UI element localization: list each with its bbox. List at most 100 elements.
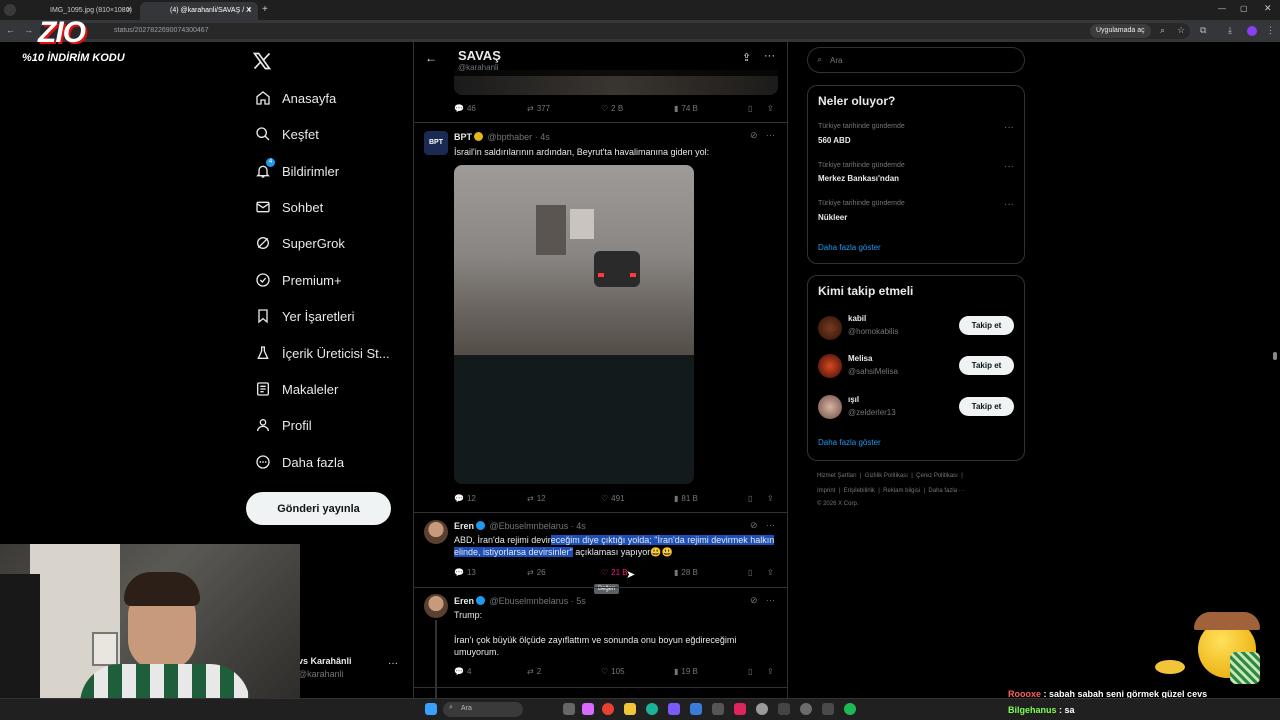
follow-button[interactable]: Takip et	[959, 397, 1014, 416]
reply-button[interactable]: 💬 46	[454, 104, 476, 113]
repost-button[interactable]: ⇄ 12	[527, 494, 546, 503]
windows-start-icon[interactable]	[425, 703, 437, 715]
like-button[interactable]: ♡ 491	[601, 494, 625, 503]
avatar[interactable]: BPT	[424, 131, 448, 155]
tweet-photo[interactable]	[454, 165, 694, 484]
header-more-icon[interactable]: ···	[764, 50, 775, 62]
avatar[interactable]	[424, 594, 448, 618]
bookmark-button[interactable]: ▯	[748, 104, 752, 113]
share-icon[interactable]: ⇪	[742, 51, 751, 64]
follow-button[interactable]: Takip et	[959, 316, 1014, 335]
reply-button[interactable]: 💬 4	[454, 667, 471, 676]
back-icon[interactable]: ←	[6, 25, 15, 35]
views-button[interactable]: ▮ 74 B	[674, 104, 698, 113]
folder-icon[interactable]	[624, 703, 636, 715]
edge-icon[interactable]	[646, 703, 658, 715]
post-button[interactable]: Gönderi yayınla	[246, 492, 391, 525]
browser-tab-x[interactable]: (4) @karahanli/SAVAŞ / X ✕	[140, 2, 258, 20]
maximize-icon[interactable]: ▢	[1240, 4, 1248, 13]
like-button[interactable]: ♡ 105	[601, 667, 625, 676]
taskbar-search[interactable]: ⌕ Ara	[443, 702, 523, 717]
trends-show-more-link[interactable]: Daha fazla göster	[818, 243, 881, 252]
avatar[interactable]	[424, 520, 448, 544]
nav-messages[interactable]: Sohbet	[254, 193, 323, 221]
tweet-author[interactable]: BPT @bpthaber · 4s	[454, 132, 550, 142]
back-arrow-icon[interactable]: ←	[425, 51, 437, 65]
nav-profile[interactable]: Profil	[254, 411, 312, 439]
share-button[interactable]: ⇪	[767, 568, 774, 577]
new-tab-icon[interactable]: +	[262, 4, 268, 15]
star-icon[interactable]: ☆	[1177, 25, 1185, 36]
profile-avatar[interactable]	[1247, 26, 1257, 36]
like-button[interactable]: ♡ 21 B	[601, 568, 628, 577]
extensions-icon[interactable]: ⧉	[1200, 25, 1206, 36]
spotify-icon[interactable]	[844, 703, 856, 715]
chrome-icon[interactable]	[602, 703, 614, 715]
open-in-app-button[interactable]: Uygulamada aç	[1090, 24, 1151, 38]
tweet-author[interactable]: Eren @Ebuselmnbelarus · 4s	[454, 521, 586, 531]
tweet-author[interactable]: Eren @Ebuselmnbelarus · 5s	[454, 596, 586, 606]
reply-button[interactable]: 💬 13	[454, 568, 476, 577]
nav-explore[interactable]: Keşfet	[254, 120, 319, 148]
copilot-icon[interactable]	[582, 703, 594, 715]
account-switcher[interactable]: vs Karahânli @karahanli ···	[298, 654, 408, 684]
views-button[interactable]: ▮ 28 B	[674, 568, 698, 577]
close-window-icon[interactable]: ✕	[1264, 3, 1272, 14]
tab-close-icon[interactable]: ✕	[246, 6, 252, 14]
app-icon[interactable]	[800, 703, 812, 715]
nav-notifications[interactable]: 4 Bildirimler	[254, 157, 339, 185]
tab-close-icon[interactable]: ✕	[126, 6, 132, 14]
app-icon[interactable]	[734, 703, 746, 715]
grok-icon[interactable]: ⊘	[750, 520, 758, 531]
grok-icon[interactable]: ⊘	[750, 130, 758, 141]
app-icon[interactable]	[690, 703, 702, 715]
minimize-icon[interactable]: —	[1218, 4, 1226, 13]
nav-creator-studio[interactable]: İçerik Üreticisi St...	[254, 339, 390, 367]
nav-home[interactable]: Anasayfa	[254, 84, 336, 112]
forward-icon[interactable]: →	[24, 25, 33, 35]
grok-icon[interactable]: ⊘	[750, 595, 758, 606]
nav-bookmarks[interactable]: Yer İşaretleri	[254, 302, 355, 330]
share-button[interactable]: ⇪	[767, 667, 774, 676]
tweet-more-icon[interactable]: ···	[766, 130, 775, 140]
trend-more-icon[interactable]: ···	[1004, 199, 1014, 210]
nav-supergrok[interactable]: SuperGrok	[254, 229, 345, 257]
address-bar[interactable]: status/2027822690074300467	[40, 23, 1190, 39]
avatar[interactable]	[818, 395, 842, 419]
tab-list-icon[interactable]	[4, 4, 16, 16]
avatar[interactable]	[818, 316, 842, 340]
trend-more-icon[interactable]: ···	[1004, 122, 1014, 133]
nav-premium[interactable]: Premium+	[254, 266, 342, 294]
share-button[interactable]: ⇪	[767, 494, 774, 503]
app-icon[interactable]	[668, 703, 680, 715]
follow-show-more-link[interactable]: Daha fazla göster	[818, 438, 881, 447]
share-button[interactable]: ⇪	[767, 104, 774, 113]
menu-icon[interactable]: ⋮	[1266, 25, 1275, 36]
page-scrollbar[interactable]	[1273, 352, 1277, 360]
search-input[interactable]: ⌕ Ara	[807, 47, 1025, 73]
app-icon[interactable]	[778, 703, 790, 715]
app-icon[interactable]	[756, 703, 768, 715]
bookmark-button[interactable]: ▯	[748, 494, 752, 503]
x-logo-icon[interactable]	[252, 51, 272, 71]
app-icon[interactable]	[712, 703, 724, 715]
repost-button[interactable]: ⇄ 26	[527, 568, 546, 577]
tweet-more-icon[interactable]: ···	[766, 520, 775, 530]
avatar[interactable]	[818, 354, 842, 378]
reply-button[interactable]: 💬 12	[454, 494, 476, 503]
bookmark-button[interactable]: ▯	[748, 568, 752, 577]
repost-button[interactable]: ⇄ 2	[527, 667, 541, 676]
like-button[interactable]: ♡ 2 B	[601, 104, 623, 113]
follow-button[interactable]: Takip et	[959, 356, 1014, 375]
download-icon[interactable]: ⤓	[1228, 25, 1232, 36]
zoom-icon[interactable]: ⌕	[1160, 25, 1165, 36]
views-button[interactable]: ▮ 81 B	[674, 494, 698, 503]
task-view-icon[interactable]	[563, 703, 575, 715]
trend-more-icon[interactable]: ···	[1004, 161, 1014, 172]
nav-articles[interactable]: Makaleler	[254, 375, 338, 403]
bookmark-button[interactable]: ▯	[748, 667, 752, 676]
tweet-more-icon[interactable]: ···	[766, 595, 775, 605]
views-button[interactable]: ▮ 19 B	[674, 667, 698, 676]
nav-more[interactable]: Daha fazla	[254, 448, 344, 476]
app-icon[interactable]	[822, 703, 834, 715]
